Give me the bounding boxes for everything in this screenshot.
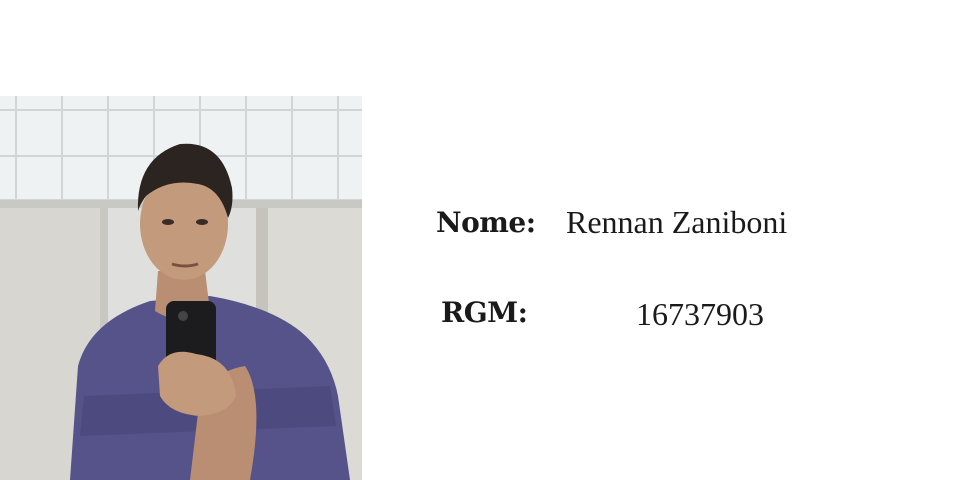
- name-value: Rennan Zaniboni: [566, 204, 788, 240]
- profile-photo: [0, 96, 362, 480]
- rgm-value: 16737903: [636, 296, 764, 332]
- profile-card: Nome: Rennan Zaniboni RGM: 16737903: [0, 0, 960, 480]
- rgm-label: RGM:: [441, 296, 528, 329]
- name-label: Nome:: [436, 206, 536, 239]
